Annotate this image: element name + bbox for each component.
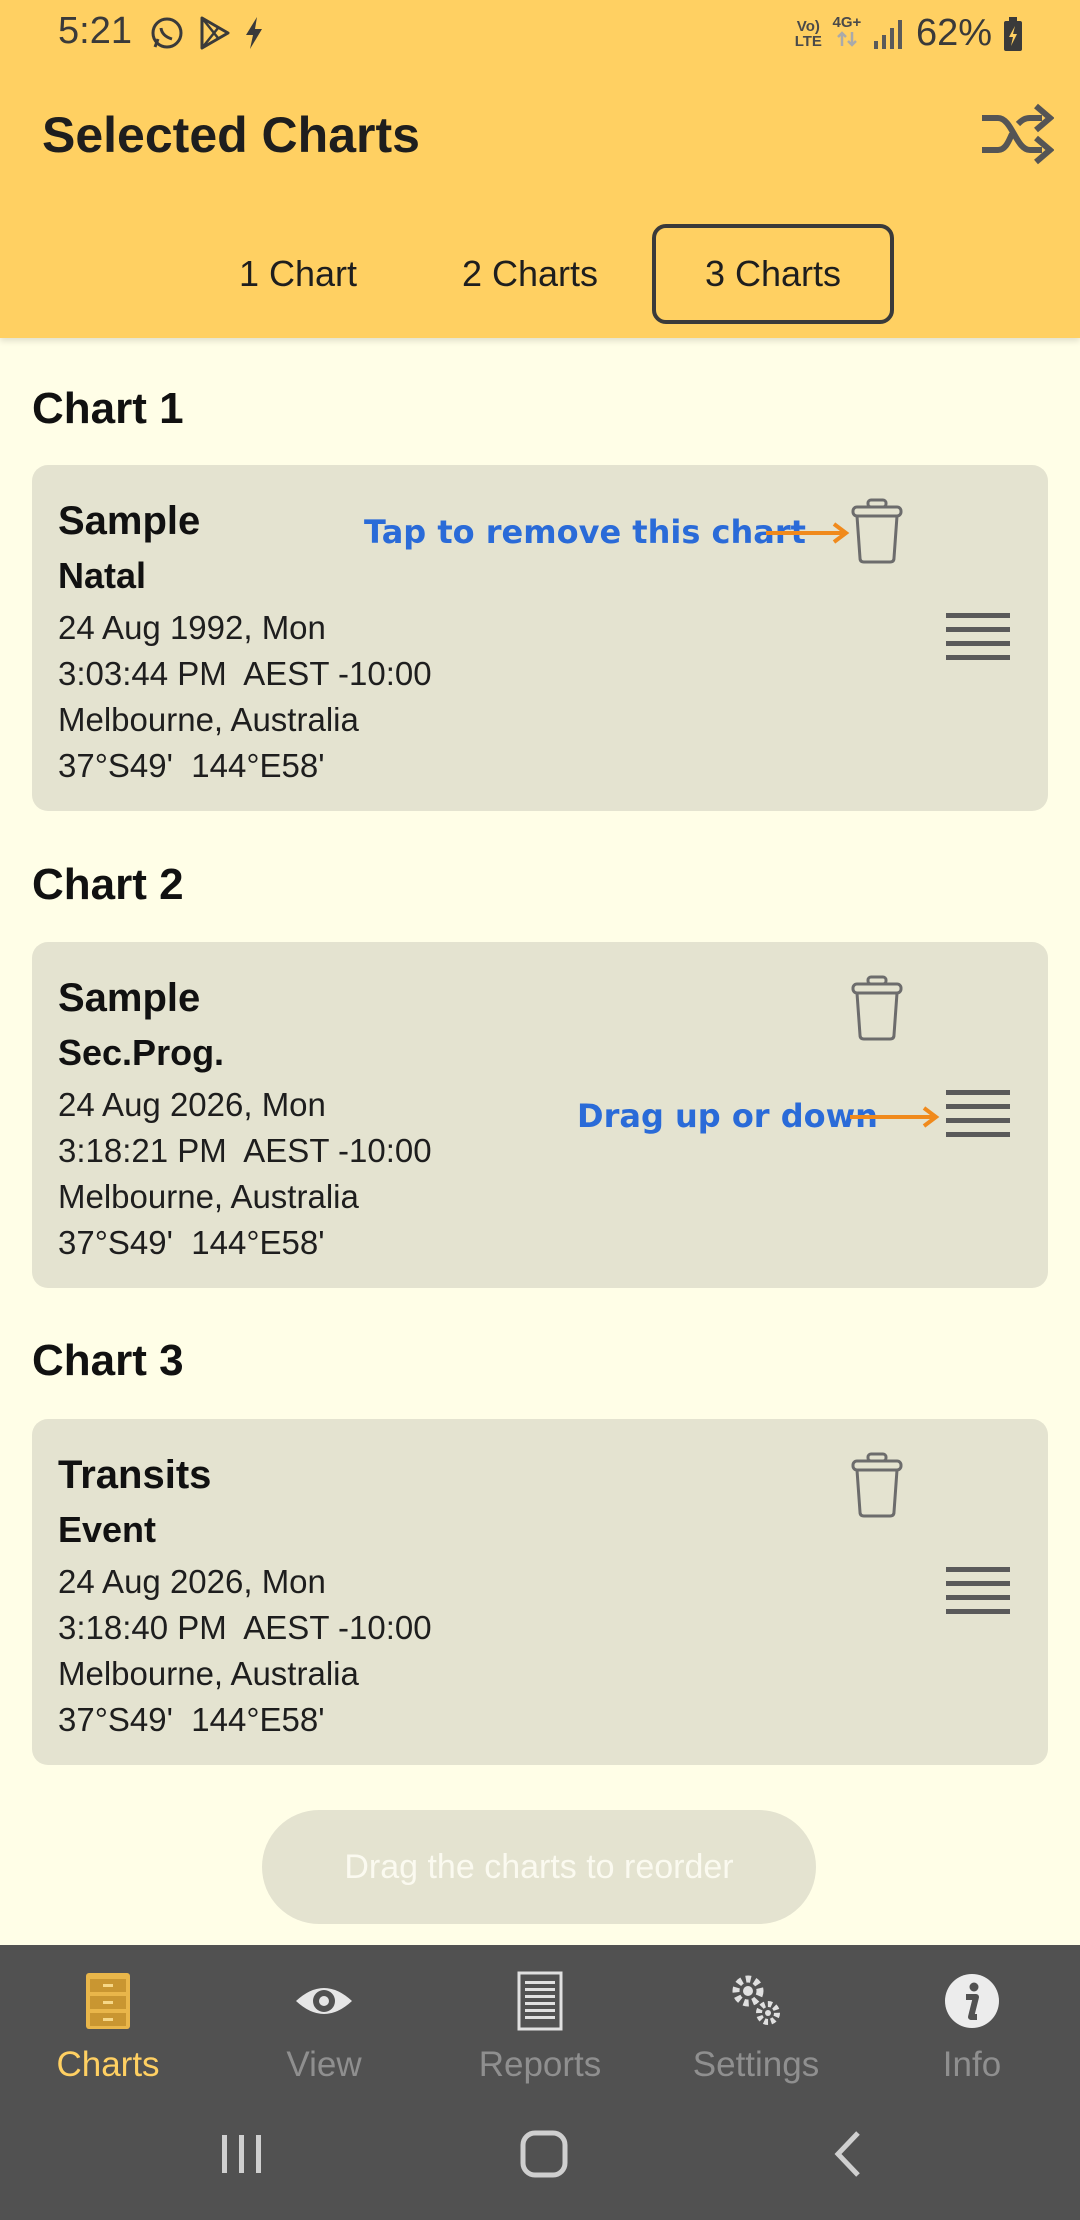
- chart-place: Melbourne, Australia: [58, 1655, 359, 1692]
- battery-percent: 62%: [915, 12, 992, 54]
- nav-reports[interactable]: Reports: [432, 1945, 648, 2095]
- report-icon: [517, 1971, 563, 2031]
- back-icon[interactable]: [808, 2119, 888, 2189]
- status-system-icons: Vo) LTE 4G+ 62%: [795, 12, 1024, 55]
- arrow-right-icon: [766, 522, 850, 544]
- chart-time: 3:03:44 PM AEST -10:00: [58, 655, 432, 692]
- chart-name: Sample: [58, 976, 201, 1020]
- recent-apps-icon[interactable]: [202, 2119, 282, 2189]
- nav-view[interactable]: View: [216, 1945, 432, 2095]
- tab-2-charts[interactable]: 2 Charts: [430, 224, 630, 324]
- nav-label: Info: [942, 2045, 1002, 2084]
- data-arrows-icon: 4G+: [832, 15, 862, 53]
- nav-label: Reports: [478, 2045, 602, 2084]
- chart-card-3[interactable]: Transits Event 24 Aug 2026, Mon 3:18:40 …: [32, 1419, 1048, 1765]
- remove-hint: Tap to remove this chart: [364, 513, 806, 551]
- volte-icon: Vo) LTE: [794, 17, 822, 50]
- chart-type: Sec.Prog.: [58, 1032, 225, 1073]
- chart-time: 3:18:40 PM AEST -10:00: [58, 1609, 432, 1646]
- system-navigation-bar: [0, 2095, 1080, 2220]
- chart-2-heading: Chart 2: [32, 860, 184, 909]
- nav-label: Charts: [56, 2045, 160, 2084]
- shuffle-icon[interactable]: [978, 102, 1054, 166]
- page-title: Selected Charts: [42, 107, 420, 163]
- chart-coordinates: 37°S49' 144°E58': [58, 1701, 325, 1738]
- battery-charging-icon: [1004, 16, 1022, 51]
- drag-hint: Drag up or down: [577, 1097, 878, 1135]
- tab-1-chart[interactable]: 1 Chart: [205, 224, 391, 324]
- gears-icon: [732, 1975, 780, 2025]
- whatsapp-icon: [151, 17, 183, 49]
- chart-card-1[interactable]: Sample Natal 24 Aug 1992, Mon 3:03:44 PM…: [32, 465, 1048, 811]
- eye-icon: [296, 1988, 352, 2014]
- chart-time: 3:18:21 PM AEST -10:00: [58, 1132, 432, 1169]
- flash-icon: [246, 17, 262, 49]
- chart-place: Melbourne, Australia: [58, 1178, 359, 1215]
- chart-date: 24 Aug 2026, Mon: [58, 1563, 326, 1600]
- tab-3-charts[interactable]: 3 Charts: [652, 224, 894, 324]
- trash-icon[interactable]: [850, 974, 904, 1042]
- trash-icon[interactable]: [850, 497, 904, 565]
- status-notification-icons: [148, 14, 266, 52]
- chart-card-2[interactable]: Sample Sec.Prog. 24 Aug 2026, Mon 3:18:2…: [32, 942, 1048, 1288]
- info-icon: [945, 1974, 999, 2028]
- chart-type: Natal: [58, 555, 147, 596]
- drag-handle-icon[interactable]: [946, 1088, 1010, 1140]
- app-header: 5:21 Vo) LTE 4G+ 62% Selected Charts 1 C…: [0, 0, 1080, 338]
- chart-place: Melbourne, Australia: [58, 701, 359, 738]
- chart-1-heading: Chart 1: [32, 384, 184, 433]
- chart-coordinates: 37°S49' 144°E58': [58, 747, 325, 784]
- chart-coordinates: 37°S49' 144°E58': [58, 1224, 325, 1261]
- drag-handle-icon[interactable]: [946, 611, 1010, 663]
- chart-name: Transits: [58, 1453, 212, 1497]
- home-icon[interactable]: [504, 2119, 584, 2189]
- cabinet-icon: [86, 1973, 130, 2029]
- chart-name: Sample: [58, 499, 201, 543]
- status-time: 5:21: [58, 10, 132, 52]
- chart-date: 24 Aug 1992, Mon: [58, 609, 326, 646]
- chart-type: Event: [58, 1509, 157, 1550]
- reorder-button[interactable]: Drag the charts to reorder: [262, 1810, 816, 1924]
- chart-count-tabs: 1 Chart 2 Charts 3 Charts: [0, 224, 1080, 326]
- signal-icon: [873, 19, 902, 49]
- arrow-right-icon: [850, 1106, 940, 1128]
- play-store-icon: [200, 16, 230, 50]
- chart-date: 24 Aug 2026, Mon: [58, 1086, 326, 1123]
- nav-label: View: [286, 2045, 362, 2084]
- drag-handle-icon[interactable]: [946, 1565, 1010, 1617]
- nav-charts[interactable]: Charts: [0, 1945, 216, 2095]
- chart-3-heading: Chart 3: [32, 1336, 184, 1385]
- nav-settings[interactable]: Settings: [648, 1945, 864, 2095]
- nav-info[interactable]: Info: [864, 1945, 1080, 2095]
- bottom-nav: Charts View Reports Settings Info: [0, 1945, 1080, 2095]
- nav-label: Settings: [692, 2045, 820, 2084]
- trash-icon[interactable]: [850, 1451, 904, 1519]
